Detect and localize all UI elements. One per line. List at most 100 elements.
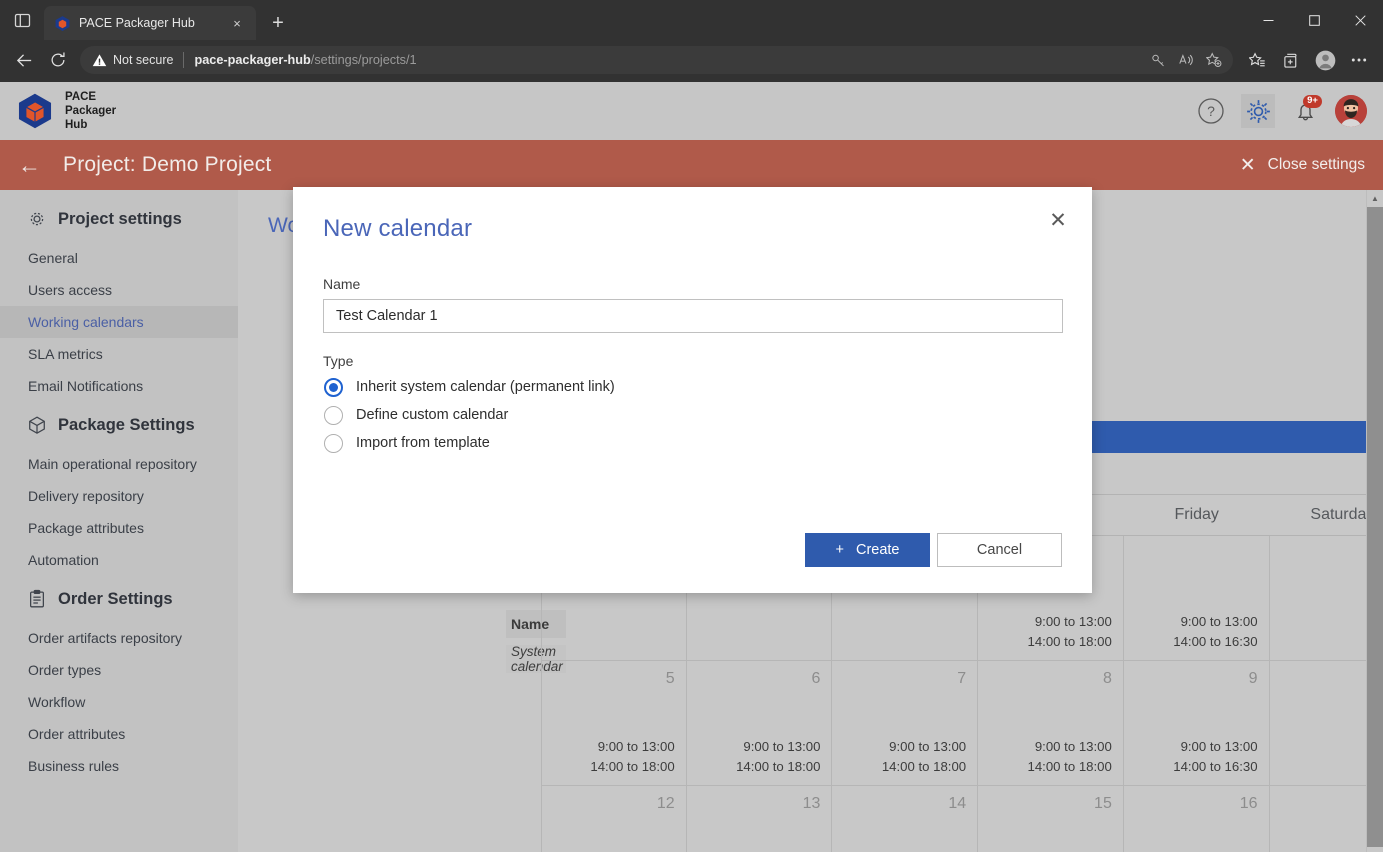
clipboard-icon — [30, 589, 44, 608]
sidebar-item-workflow[interactable]: Workflow — [0, 686, 238, 718]
calendar-week-row: 5 9:00 to 13:00 14:00 to 18:00 6 9:00 to 13:… — [541, 661, 1383, 786]
calendar-day-cell[interactable]: 6 9:00 to 13:00 14:00 to 18:00 — [687, 661, 833, 785]
help-button[interactable]: ? — [1194, 94, 1228, 128]
radio-unselected-icon — [324, 433, 343, 453]
brand-line-3: Hub — [65, 119, 88, 131]
type-option-label: Import from template — [356, 435, 490, 451]
not-secure-indicator[interactable]: Not secure — [92, 53, 173, 68]
project-bar: ← Project: Demo Project ✕ Close settings — [0, 140, 1383, 190]
sidebar-item-delivery-repository[interactable]: Delivery repository — [0, 480, 238, 512]
new-calendar-dialog: ✕ New calendar Name Type Inherit system … — [293, 187, 1092, 593]
browser-window: PACE Packager Hub × + Not secure pace-pa… — [0, 0, 1383, 852]
url-host: pace-packager-hub — [194, 53, 311, 67]
calendar-day-hours: 9:00 to 13:00 14:00 to 18:00 — [881, 739, 967, 775]
calendar-day-hours: 9:00 to 13:00 14:00 to 18:00 — [1027, 739, 1112, 775]
sidebar-item-order-attributes[interactable]: Order attributes — [0, 718, 238, 750]
sidebar-group-label: Project settings — [58, 209, 182, 228]
sidebar-item-email-notifications[interactable]: Email Notifications — [0, 370, 238, 402]
radio-selected-icon — [324, 377, 343, 397]
window-close-button[interactable] — [1337, 0, 1383, 40]
settings-and-more-icon[interactable] — [1343, 44, 1375, 76]
create-button[interactable]: + Create — [805, 533, 930, 567]
sidebar-item-general[interactable]: General — [0, 242, 238, 274]
sidebar-item-users-access[interactable]: Users access — [0, 274, 238, 306]
reload-icon[interactable] — [42, 44, 74, 76]
calendar-day-number: 14 — [948, 795, 967, 812]
calendar-day-cell[interactable]: 7 9:00 to 13:00 14:00 to 18:00 — [832, 661, 979, 785]
scrollbar-thumb[interactable] — [1367, 207, 1383, 847]
create-button-label: Create — [855, 542, 900, 558]
browser-tab[interactable]: PACE Packager Hub × — [44, 6, 256, 40]
type-option-import-from-template[interactable]: Import from template — [324, 429, 1062, 457]
sidebar-item-package-attributes[interactable]: Package attributes — [0, 512, 238, 544]
sidebar-group-label: Package Settings — [58, 415, 195, 434]
pace-logo-icon — [54, 15, 71, 32]
notifications-button[interactable]: 9+ — [1288, 94, 1322, 128]
calendar-day-cell[interactable]: 129:00 to 13:0014:00 to 18:00 — [541, 786, 687, 852]
radio-unselected-icon — [324, 405, 343, 425]
maximize-button[interactable] — [1291, 0, 1337, 40]
calendar-day-number: 8 — [1102, 670, 1112, 687]
cancel-button[interactable]: Cancel — [937, 533, 1062, 567]
sidebar-item-working-calendars[interactable]: Working calendars — [0, 306, 238, 338]
sidebar-item-sla-metrics[interactable]: SLA metrics — [0, 338, 238, 370]
minimize-button[interactable] — [1245, 0, 1291, 40]
scroll-up-arrow-icon[interactable]: ▲ — [1367, 190, 1383, 207]
back-icon[interactable] — [8, 44, 40, 76]
tab-close-icon[interactable]: × — [226, 12, 248, 34]
calendar-day-number: 16 — [1239, 795, 1258, 812]
app-logo[interactable]: PACE Packager Hub — [16, 90, 116, 132]
close-settings-button[interactable]: ✕ Close settings — [1240, 154, 1365, 177]
avatar[interactable] — [1335, 95, 1367, 127]
type-option-inherit-system-calendar[interactable]: Inherit system calendar (permanent link) — [324, 373, 1062, 401]
key-icon[interactable] — [1145, 47, 1171, 73]
calendar-day-cell[interactable]: 159:00 to 13:0014:00 to 18:00 — [978, 786, 1124, 852]
brand-line-1: PACE — [65, 90, 97, 103]
settings-gear-button[interactable] — [1241, 94, 1275, 128]
sidebar-item-business-rules[interactable]: Business rules — [0, 750, 238, 782]
calendar-day-cell[interactable]: 5 9:00 to 13:00 14:00 to 18:00 — [541, 661, 687, 785]
calendar-day-cell[interactable]: 139:00 to 13:0014:00 to 18:00 — [687, 786, 833, 852]
calendar-day-hours: 9:00 to 13:00 14:00 to 16:30 — [1173, 739, 1258, 775]
profile-icon[interactable] — [1309, 44, 1341, 76]
calendar-day-number: 5 — [665, 670, 675, 687]
url-path: /settings/projects/1 — [310, 53, 417, 67]
calendar-day-number: 7 — [957, 670, 967, 687]
weekday-friday: Friday — [1174, 506, 1219, 523]
read-aloud-icon[interactable] — [1173, 47, 1199, 73]
address-bar[interactable]: Not secure pace-packager-hub/settings/pr… — [80, 46, 1233, 74]
name-input[interactable] — [323, 299, 1063, 333]
dialog-body: Name Type Inherit system calendar (perma… — [293, 243, 1092, 457]
brand-text: PACE Packager Hub — [65, 90, 116, 132]
calendar-day-hours: 9:00 to 13:00 14:00 to 18:00 — [590, 739, 675, 775]
sidebar-item-order-artifacts-repository[interactable]: Order artifacts repository — [0, 622, 238, 654]
settings-sidebar: Project settings General Users access Wo… — [0, 190, 238, 852]
sidebar-item-automation[interactable]: Automation — [0, 544, 238, 576]
favorites-icon[interactable] — [1241, 44, 1273, 76]
vertical-scrollbar[interactable]: ▲ — [1366, 190, 1383, 852]
calendar-day-cell[interactable]: 169:00 to 13:0014:00 to 16:30 — [1124, 786, 1270, 852]
calendar-day-cell[interactable]: 9 9:00 to 13:00 14:00 to 16:30 — [1124, 661, 1270, 785]
dialog-title: New calendar — [323, 215, 473, 242]
calendar-day-number: 15 — [1094, 795, 1112, 812]
not-secure-label: Not secure — [113, 53, 174, 67]
type-option-define-custom-calendar[interactable]: Define custom calendar — [324, 401, 1062, 429]
add-favorite-icon[interactable] — [1201, 47, 1227, 73]
back-button[interactable]: ← — [18, 153, 41, 177]
tab-title: PACE Packager Hub — [79, 16, 195, 30]
calendar-day-number: 13 — [802, 795, 821, 812]
warning-triangle-icon — [92, 53, 107, 66]
new-tab-button[interactable]: + — [262, 7, 294, 39]
omnibox-divider — [183, 52, 185, 68]
dialog-actions: + Create Cancel — [805, 533, 1062, 567]
browser-titlebar: PACE Packager Hub × + — [0, 0, 1383, 40]
sidebar-item-main-operational-repository[interactable]: Main operational repository — [0, 448, 238, 480]
sidebar-item-order-types[interactable]: Order types — [0, 654, 238, 686]
calendar-day-cell[interactable]: 8 9:00 to 13:00 14:00 to 18:00 — [978, 661, 1124, 785]
collections-icon[interactable] — [1275, 44, 1307, 76]
tab-actions-icon[interactable] — [0, 0, 44, 40]
calendar-day-cell[interactable]: 149:00 to 13:0014:00 to 18:00 — [832, 786, 979, 852]
dialog-close-icon[interactable]: ✕ — [1043, 205, 1073, 235]
plus-icon: + — [835, 542, 844, 558]
calendar-day-cell[interactable]: 9:00 to 13:00 14:00 to 16:30 — [1124, 536, 1270, 660]
